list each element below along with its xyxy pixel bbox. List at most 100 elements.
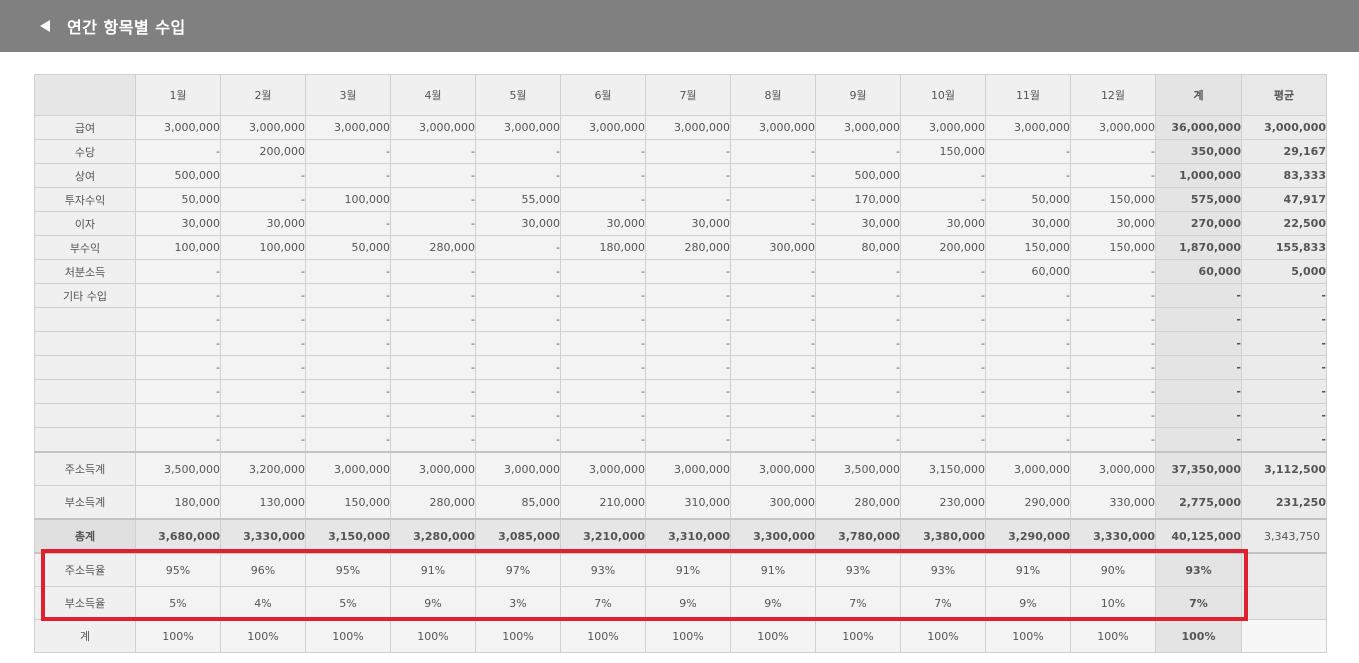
month-cell[interactable]: -: [390, 259, 476, 284]
month-cell[interactable]: -: [390, 331, 476, 356]
month-cell[interactable]: 30,000: [1070, 211, 1156, 236]
month-cell[interactable]: -: [730, 139, 816, 164]
month-cell[interactable]: 180,000: [560, 235, 646, 260]
month-cell[interactable]: -: [730, 379, 816, 404]
month-cell[interactable]: 150,000: [985, 235, 1071, 260]
month-cell[interactable]: -: [390, 283, 476, 308]
month-cell[interactable]: -: [985, 379, 1071, 404]
month-cell[interactable]: 30,000: [475, 211, 561, 236]
month-cell[interactable]: 91%: [390, 552, 476, 587]
month-cell[interactable]: -: [305, 403, 391, 428]
month-cell[interactable]: 3,200,000: [220, 451, 306, 486]
month-cell[interactable]: -: [135, 283, 221, 308]
month-cell[interactable]: -: [560, 259, 646, 284]
month-cell[interactable]: -: [900, 403, 986, 428]
month-cell[interactable]: -: [1070, 259, 1156, 284]
month-cell[interactable]: 100%: [390, 619, 476, 653]
month-cell[interactable]: 280,000: [645, 235, 731, 260]
month-cell[interactable]: -: [220, 187, 306, 212]
month-cell[interactable]: -: [815, 259, 901, 284]
month-cell[interactable]: 93%: [815, 552, 901, 587]
month-cell[interactable]: -: [220, 427, 306, 453]
month-cell[interactable]: 3%: [475, 586, 561, 620]
month-cell[interactable]: -: [900, 355, 986, 380]
month-cell[interactable]: -: [220, 403, 306, 428]
month-cell[interactable]: 3,000,000: [560, 451, 646, 486]
month-cell[interactable]: -: [1070, 331, 1156, 356]
month-cell[interactable]: 230,000: [900, 485, 986, 520]
month-cell[interactable]: -: [560, 139, 646, 164]
month-cell[interactable]: 7%: [815, 586, 901, 620]
month-cell[interactable]: -: [900, 307, 986, 332]
month-cell[interactable]: -: [645, 139, 731, 164]
month-cell[interactable]: -: [1070, 307, 1156, 332]
month-cell[interactable]: -: [1070, 163, 1156, 188]
month-cell[interactable]: -: [815, 331, 901, 356]
month-cell[interactable]: 3,000,000: [985, 451, 1071, 486]
month-cell[interactable]: 280,000: [815, 485, 901, 520]
month-cell[interactable]: 100,000: [135, 235, 221, 260]
month-cell[interactable]: -: [560, 379, 646, 404]
month-cell[interactable]: -: [220, 379, 306, 404]
month-cell[interactable]: -: [645, 331, 731, 356]
month-cell[interactable]: -: [135, 379, 221, 404]
month-cell[interactable]: 3,210,000: [560, 518, 646, 554]
month-cell[interactable]: -: [220, 355, 306, 380]
month-cell[interactable]: 4%: [220, 586, 306, 620]
month-cell[interactable]: 100,000: [305, 187, 391, 212]
month-cell[interactable]: 93%: [560, 552, 646, 587]
month-cell[interactable]: -: [985, 331, 1071, 356]
month-cell[interactable]: -: [390, 139, 476, 164]
month-cell[interactable]: -: [475, 427, 561, 453]
month-cell[interactable]: -: [815, 139, 901, 164]
month-cell[interactable]: -: [305, 331, 391, 356]
month-cell[interactable]: -: [475, 283, 561, 308]
month-cell[interactable]: -: [985, 307, 1071, 332]
month-cell[interactable]: -: [220, 307, 306, 332]
month-cell[interactable]: 7%: [900, 586, 986, 620]
month-cell[interactable]: -: [220, 283, 306, 308]
month-cell[interactable]: 30,000: [900, 211, 986, 236]
month-cell[interactable]: -: [220, 331, 306, 356]
month-cell[interactable]: 50,000: [305, 235, 391, 260]
month-cell[interactable]: 3,300,000: [730, 518, 816, 554]
month-cell[interactable]: -: [730, 331, 816, 356]
month-cell[interactable]: -: [390, 163, 476, 188]
month-cell[interactable]: 100%: [815, 619, 901, 653]
month-cell[interactable]: 3,000,000: [305, 451, 391, 486]
month-cell[interactable]: 100%: [730, 619, 816, 653]
month-cell[interactable]: -: [135, 331, 221, 356]
month-cell[interactable]: -: [220, 259, 306, 284]
month-cell[interactable]: -: [305, 163, 391, 188]
month-cell[interactable]: -: [645, 187, 731, 212]
month-cell[interactable]: -: [985, 283, 1071, 308]
month-cell[interactable]: -: [390, 307, 476, 332]
month-cell[interactable]: 150,000: [1070, 187, 1156, 212]
month-cell[interactable]: -: [560, 307, 646, 332]
month-cell[interactable]: 180,000: [135, 485, 221, 520]
month-cell[interactable]: 100,000: [220, 235, 306, 260]
month-cell[interactable]: 100%: [560, 619, 646, 653]
month-cell[interactable]: 9%: [390, 586, 476, 620]
month-cell[interactable]: -: [390, 355, 476, 380]
month-cell[interactable]: 3,000,000: [1070, 451, 1156, 486]
month-cell[interactable]: 80,000: [815, 235, 901, 260]
month-cell[interactable]: 91%: [645, 552, 731, 587]
month-cell[interactable]: 30,000: [645, 211, 731, 236]
month-cell[interactable]: 3,150,000: [900, 451, 986, 486]
month-cell[interactable]: 95%: [135, 552, 221, 587]
month-cell[interactable]: -: [390, 187, 476, 212]
month-cell[interactable]: -: [645, 355, 731, 380]
month-cell[interactable]: -: [645, 307, 731, 332]
month-cell[interactable]: 3,000,000: [560, 115, 646, 140]
month-cell[interactable]: -: [305, 355, 391, 380]
month-cell[interactable]: 3,000,000: [1070, 115, 1156, 140]
month-cell[interactable]: 310,000: [645, 485, 731, 520]
month-cell[interactable]: -: [390, 379, 476, 404]
month-cell[interactable]: -: [475, 355, 561, 380]
month-cell[interactable]: -: [135, 355, 221, 380]
month-cell[interactable]: -: [985, 427, 1071, 453]
month-cell[interactable]: -: [900, 427, 986, 453]
month-cell[interactable]: 3,290,000: [985, 518, 1071, 554]
month-cell[interactable]: 100%: [475, 619, 561, 653]
